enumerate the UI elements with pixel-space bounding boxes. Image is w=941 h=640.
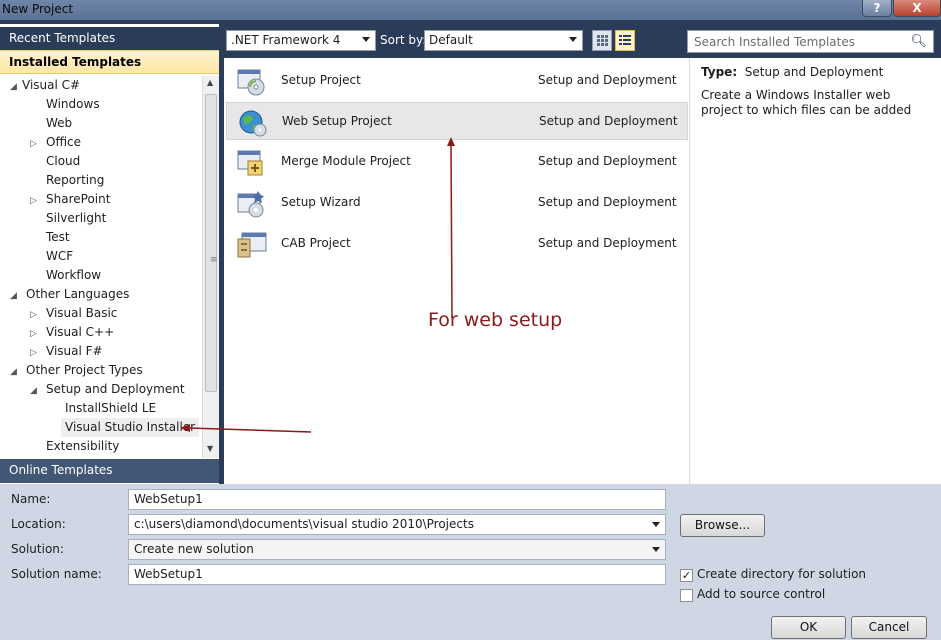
- dropdown-arrow-icon: [652, 547, 660, 552]
- ok-button[interactable]: OK: [771, 616, 846, 639]
- create-directory-label: Create directory for solution: [697, 567, 867, 581]
- annotation-arrowhead: [447, 137, 455, 146]
- annotation-arrowhead: [180, 424, 190, 432]
- solution-name-label: Solution name:: [11, 567, 102, 581]
- annotation-label: For web setup: [428, 309, 563, 331]
- cancel-button[interactable]: Cancel: [851, 616, 927, 639]
- browse-button[interactable]: Browse...: [680, 514, 765, 537]
- location-field[interactable]: c:\users\diamond\documents\visual studio…: [128, 514, 666, 535]
- name-field[interactable]: WebSetup1: [128, 489, 666, 510]
- location-value: c:\users\diamond\documents\visual studio…: [134, 517, 474, 531]
- add-source-control-checkbox[interactable]: [680, 589, 693, 602]
- solution-name-field[interactable]: WebSetup1: [128, 564, 666, 585]
- name-value: WebSetup1: [134, 492, 203, 506]
- annotation-arrow-left: [188, 427, 312, 433]
- solution-label: Solution:: [11, 542, 64, 556]
- location-label: Location:: [11, 517, 66, 531]
- annotation-arrow-up: [450, 144, 453, 319]
- add-source-control-label: Add to source control: [697, 587, 826, 601]
- create-directory-checkbox[interactable]: ✓: [680, 569, 693, 582]
- dropdown-arrow-icon[interactable]: [652, 522, 660, 527]
- solution-value: Create new solution: [134, 542, 254, 556]
- solution-dropdown[interactable]: Create new solution: [128, 539, 666, 560]
- name-label: Name:: [11, 492, 51, 506]
- solution-name-value: WebSetup1: [134, 567, 203, 581]
